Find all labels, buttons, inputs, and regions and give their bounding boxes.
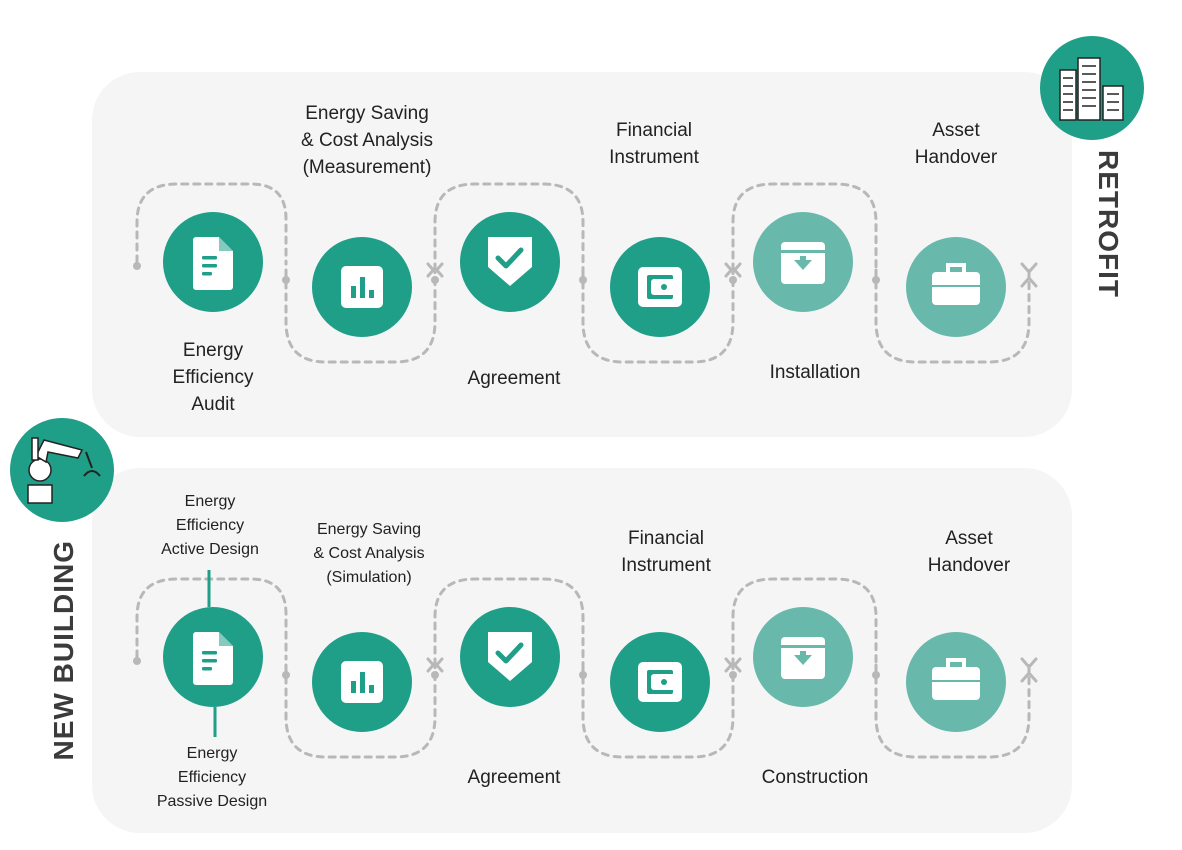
retrofit-connector-dot-5 bbox=[872, 276, 880, 284]
bar-chart-icon bbox=[341, 661, 383, 703]
process-flow-diagram bbox=[10, 36, 1144, 759]
new_building-step-2-node bbox=[312, 632, 412, 732]
new_building-connector-dot-2 bbox=[431, 671, 439, 679]
retrofit-connector-dot-2 bbox=[431, 276, 439, 284]
new-step-4-label: Financial Instrument bbox=[621, 528, 711, 576]
new-step-1-top-label: Energy Efficiency Active Design bbox=[161, 493, 259, 558]
wallet-icon bbox=[638, 662, 682, 702]
retrofit-step-1-node bbox=[163, 212, 263, 312]
retrofit-step-1-label: Energy Efficiency Audit bbox=[172, 340, 254, 415]
new-building-side-label: NEW BUILDING bbox=[48, 540, 79, 761]
retrofit-side-label: RETROFIT bbox=[1093, 150, 1124, 298]
new_building-step-6-node bbox=[906, 632, 1006, 732]
bar-chart-icon bbox=[341, 266, 383, 308]
retrofit-step-4-node bbox=[610, 237, 710, 337]
new_building-step-4-node bbox=[610, 632, 710, 732]
retrofit-step-3-node bbox=[460, 212, 560, 312]
new_building-step-1-node bbox=[163, 607, 263, 707]
retrofit-step-2-label: Energy Saving & Cost Analysis (Measurement… bbox=[301, 103, 433, 178]
retrofit-step-3-label: Agreement bbox=[467, 368, 561, 389]
new_building-arrow-5 bbox=[1020, 657, 1038, 670]
retrofit-connector-dot-4 bbox=[729, 276, 737, 284]
retrofit-step-6-node bbox=[906, 237, 1006, 337]
retrofit-connector-dot-1 bbox=[282, 276, 290, 284]
retrofit-step-4-label: Financial Instrument bbox=[609, 120, 699, 168]
retrofit-connector-dot-3 bbox=[579, 276, 587, 284]
new-step-3-label: Agreement bbox=[467, 767, 561, 788]
retrofit-arrow-5 bbox=[1020, 262, 1038, 275]
new_building-connector-dot-1 bbox=[282, 671, 290, 679]
retrofit-step-5-label: Installation bbox=[769, 362, 861, 383]
robot-arm-icon bbox=[10, 418, 114, 522]
wallet-icon bbox=[638, 267, 682, 307]
new_building-connector-dot-4 bbox=[729, 671, 737, 679]
new-step-1-bottom-label: Energy Efficiency Passive Design bbox=[156, 745, 268, 810]
retrofit-step-2-node bbox=[312, 237, 412, 337]
new_building-step-5-node bbox=[753, 607, 853, 707]
new_building-start-dot bbox=[133, 657, 141, 665]
new_building-connector-dot-3 bbox=[579, 671, 587, 679]
retrofit-step-5-node bbox=[753, 212, 853, 312]
city-buildings-icon bbox=[1040, 36, 1144, 140]
new-step-2-label: Energy Saving & Cost Analysis (Simulation) bbox=[313, 521, 425, 586]
new_building-step-3-node bbox=[460, 607, 560, 707]
retrofit-start-dot bbox=[133, 262, 141, 270]
new-step-6-label: Asset Handover bbox=[927, 528, 1011, 576]
new-step-5-label: Construction bbox=[761, 767, 869, 788]
retrofit-step-6-label: Asset Handover bbox=[914, 120, 998, 168]
archive-box-icon bbox=[781, 637, 825, 679]
new_building-connector-dot-5 bbox=[872, 671, 880, 679]
archive-box-icon bbox=[781, 242, 825, 284]
